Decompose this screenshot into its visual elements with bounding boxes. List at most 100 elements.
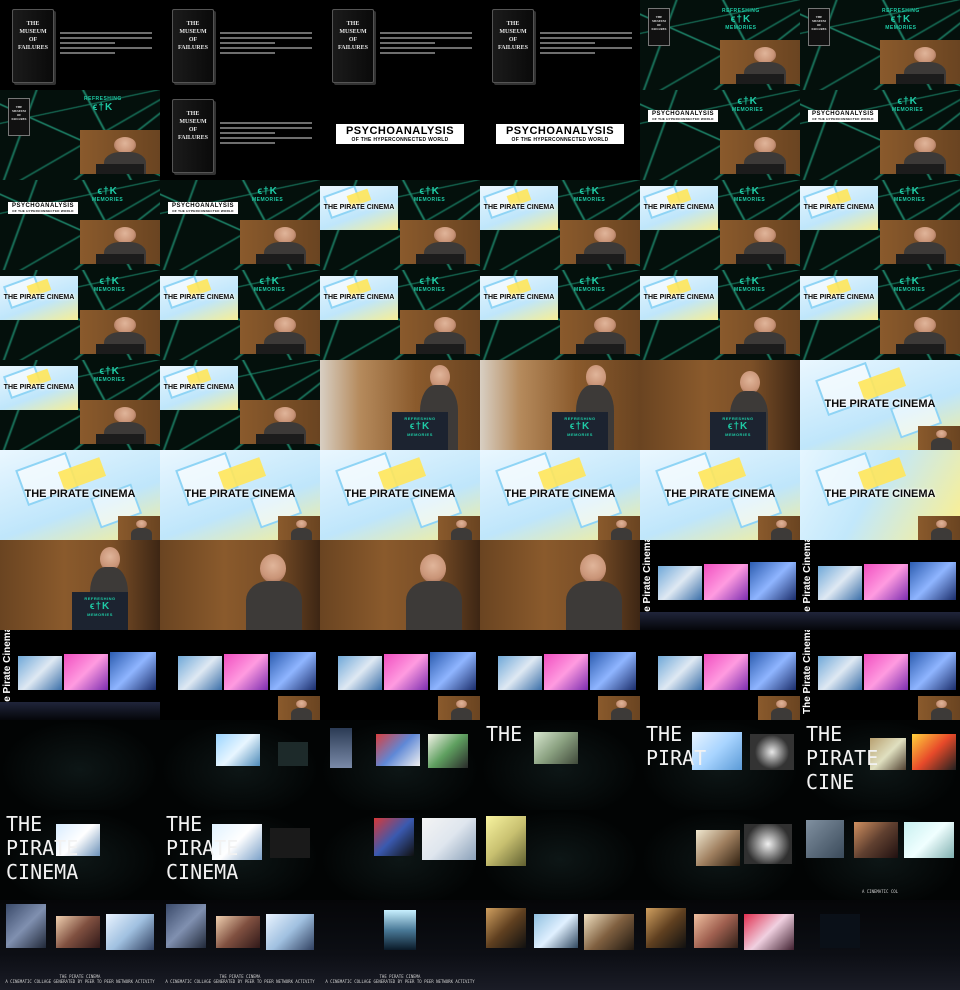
frame-pirate-speaker-5: THE PIRATE CINEMA ϵ†K MEMORIES [0, 270, 160, 360]
speaker-video [400, 220, 480, 264]
frame-book-speaker-3: THE MUSEUM OF FAILURES REFRESHING ϵ†K [0, 90, 160, 180]
pirate-title: THE PIRATE CINEMA [24, 488, 136, 500]
ftk-sub: MEMORIES [94, 377, 126, 383]
ftk-sub: MEMORIES [725, 432, 751, 437]
frame-book-1: THE MUSEUM OF FAILURES [0, 0, 160, 90]
pirate-vertical-title: The Pirate Cinema [802, 630, 813, 714]
frame-book-speaker-2: THE MUSEUM OF FAILURES REFRESHING ϵ†K MEMO… [800, 0, 960, 90]
ftk-mark: ϵ†K [409, 421, 431, 432]
typed-line: PIRATE [166, 836, 239, 860]
frame-installation-2: The Pirate Cinema [800, 540, 960, 630]
book-cover: THE MUSEUM OF FAILURES [332, 9, 374, 83]
frame-dark-caption-1: A CINEMATIC COL [800, 810, 960, 900]
typed-title: THE PIRATE CINE [806, 722, 878, 794]
speaker-inset [438, 516, 480, 540]
frame-closeup-3 [480, 540, 640, 630]
book-description [60, 32, 152, 57]
caption: THE PIRATE CINEMA A CINEMATIC COLLAGE GEN… [0, 974, 160, 984]
ftk-mark: ϵ†K [730, 14, 752, 25]
frame-gallery-caption-3: THE PIRATE CINEMA A CINEMATIC COLLAGE GEN… [320, 900, 480, 990]
typed-line: CINEMA [166, 860, 239, 884]
frame-gallery-3 [800, 900, 960, 990]
speaker-video [80, 400, 160, 444]
speaker-inset [758, 696, 800, 720]
frame-installation-1: The Pirate Cinema [640, 540, 800, 630]
pirate-cinema-logo: THE PIRATE CINEMA [640, 276, 718, 320]
frame-gallery-caption-1: THE PIRATE CINEMA A CINEMATIC COLLAGE GEN… [0, 900, 160, 990]
ftk-mark: ϵ†K [92, 102, 114, 113]
book-cover: THE MUSEUM OF FAILURES [648, 8, 670, 46]
ftk-sub: MEMORIES [734, 197, 766, 203]
ftk-sub: MEMORIES [892, 107, 924, 113]
book-title: THE MUSEUM OF FAILURES [178, 21, 208, 51]
ftk-sub: MEMORIES [574, 197, 606, 203]
speaker-inset [278, 516, 320, 540]
pirate-title: THE PIRATE CINEMA [643, 204, 715, 211]
psychoanalysis-title-card: PSYCHOANALYSIS OF THE HYPERCONNECTED WOR… [808, 110, 878, 122]
typed-line: CINE [806, 770, 855, 794]
ftk-logo: ϵ†K MEMORIES [732, 96, 763, 113]
speaker-video [240, 400, 320, 444]
pirate-cinema-logo: THE PIRATE CINEMA [320, 186, 398, 230]
ftk-mark: ϵ†K [897, 96, 918, 107]
caption-sub: A CINEMATIC COLLAGE GENERATED BY PEER TO… [5, 979, 155, 984]
ftk-mark: ϵ†K [579, 186, 600, 197]
speaker-video [720, 40, 800, 84]
ftk-sub: MEMORIES [567, 432, 593, 437]
frame-type-cinema-1: THE PIRATE CINEMA [0, 810, 160, 900]
typed-line: THE [646, 722, 683, 746]
ftk-logo: REFRESHING ϵ†K MEMORIES [722, 8, 760, 31]
psy-subtitle: OF THE HYPERCONNECTED WORLD [12, 209, 74, 213]
caption-short: A CINEMATIC COL [861, 889, 899, 894]
ftk-logo: ϵ†K MEMORIES [894, 276, 925, 293]
typed-title: THE PIRAT [646, 722, 706, 770]
typed-title: THE [486, 722, 523, 746]
ftk-mark: ϵ†K [89, 601, 111, 612]
frame-type-pirat: THE PIRAT [640, 720, 800, 810]
pirate-cinema-logo: THE PIRATE CINEMA [0, 276, 78, 320]
speaker-video [240, 310, 320, 354]
ftk-sub: MEMORIES [734, 287, 766, 293]
pirate-cinema-logo: THE PIRATE CINEMA [800, 186, 878, 230]
frame-book-speaker-1: THE MUSEUM OF FAILURES REFRESHING ϵ†K MEMO… [640, 0, 800, 90]
pirate-title: THE PIRATE CINEMA [504, 488, 616, 500]
pirate-title: THE PIRATE CINEMA [803, 204, 875, 211]
frame-type-cinema-2: THE PIRATE CINEMA [160, 810, 320, 900]
speaker-video [720, 310, 800, 354]
speaker-video [560, 310, 640, 354]
pirate-title: THE PIRATE CINEMA [824, 488, 936, 500]
psy-title: PSYCHOANALYSIS [345, 125, 455, 137]
frame-gallery-2 [640, 900, 800, 990]
typed-line: THE [6, 812, 43, 836]
ftk-sub: MEMORIES [414, 287, 446, 293]
pirate-title: THE PIRATE CINEMA [3, 384, 75, 391]
typed-line: CINEMA [6, 860, 79, 884]
speaker-video [400, 310, 480, 354]
book-title: THE MUSEUM OF FAILURES [338, 21, 368, 51]
speaker-video [880, 220, 960, 264]
pirate-cinema-logo: THE PIRATE CINEMA [800, 276, 878, 320]
book-cover: THE MUSEUM OF FAILURES [172, 99, 214, 173]
frame-pirate-logo-1: THE PIRATE CINEMA [800, 360, 960, 450]
typed-line: THE [806, 722, 843, 746]
psychoanalysis-title-card: PSYCHOANALYSIS OF THE HYPERCONNECTED WOR… [168, 202, 238, 214]
speaker-inset [118, 516, 160, 540]
speaker-video [720, 220, 800, 264]
frame-pirate-speaker-12: THE PIRATE CINEMA [160, 360, 320, 450]
pirate-title: THE PIRATE CINEMA [483, 204, 555, 211]
speaker-inset [918, 516, 960, 540]
ftk-mark: ϵ†K [259, 276, 280, 287]
ftk-mark: ϵ†K [737, 96, 758, 107]
ftk-mark: ϵ†K [419, 276, 440, 287]
pirate-cinema-logo: THE PIRATE CINEMA [320, 276, 398, 320]
psy-subtitle: OF THE HYPERCONNECTED WORLD [511, 137, 609, 143]
book-title: THE MUSEUM OF FAILURES [498, 21, 528, 51]
ftk-sub: MEMORIES [414, 197, 446, 203]
speaker-video [80, 130, 160, 174]
speaker-video [880, 310, 960, 354]
ftk-logo: ϵ†K MEMORIES [92, 186, 123, 203]
ftk-sub: MEMORIES [725, 25, 757, 31]
frame-dark-screens-5 [640, 810, 800, 900]
speaker [380, 540, 480, 630]
frame-installation-5 [320, 630, 480, 720]
